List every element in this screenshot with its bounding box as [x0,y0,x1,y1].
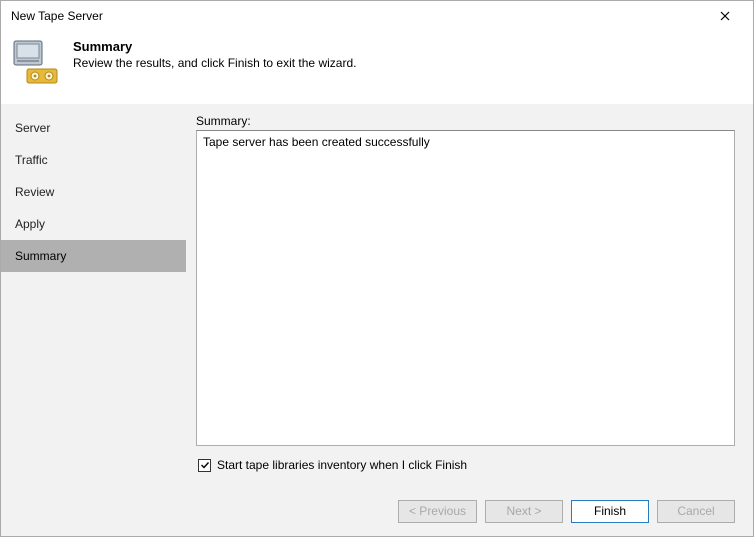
tape-server-icon [13,39,59,85]
step-sidebar: Server Traffic Review Apply Summary [1,104,186,486]
sidebar-step-review[interactable]: Review [1,176,186,208]
inventory-checkbox-row[interactable]: Start tape libraries inventory when I cl… [196,446,735,476]
sidebar-step-server[interactable]: Server [1,112,186,144]
main-panel: Summary: Tape server has been created su… [186,104,753,486]
header-text: Summary Review the results, and click Fi… [73,39,356,70]
summary-text: Tape server has been created successfull… [203,135,430,149]
titlebar: New Tape Server [1,1,753,31]
next-button: Next > [485,500,563,523]
wizard-header: Summary Review the results, and click Fi… [1,31,753,103]
wizard-footer: < Previous Next > Finish Cancel [1,486,753,536]
summary-textbox[interactable]: Tape server has been created successfull… [196,130,735,446]
sidebar-step-traffic[interactable]: Traffic [1,144,186,176]
window-title: New Tape Server [11,9,103,23]
inventory-checkbox-label: Start tape libraries inventory when I cl… [217,458,467,472]
header-title: Summary [73,39,356,54]
inventory-checkbox[interactable] [198,459,211,472]
cancel-button: Cancel [657,500,735,523]
close-button[interactable] [705,2,745,30]
sidebar-step-apply[interactable]: Apply [1,208,186,240]
close-icon [720,11,730,21]
header-description: Review the results, and click Finish to … [73,56,356,70]
previous-button: < Previous [398,500,477,523]
sidebar-step-summary[interactable]: Summary [1,240,186,272]
finish-button[interactable]: Finish [571,500,649,523]
wizard-body: Server Traffic Review Apply Summary Summ… [1,103,753,486]
summary-label: Summary: [196,114,735,128]
check-icon [200,460,210,470]
wizard-window: New Tape Server Summary Review the resul… [0,0,754,537]
